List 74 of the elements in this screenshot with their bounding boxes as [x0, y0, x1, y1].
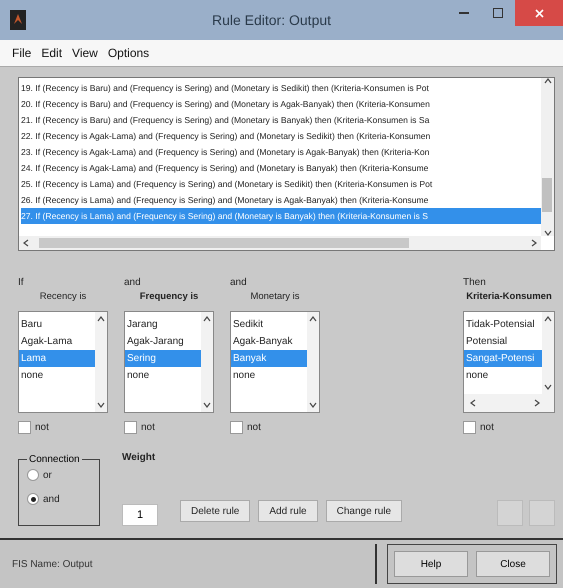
- scroll-up-icon[interactable]: [309, 316, 317, 322]
- rule-item[interactable]: 22. If (Recency is Agak-Lama) and (Frequency is Sering) and (Monetary is Sedikit) then (Kriteria-Konsumen: [21, 128, 541, 144]
- not-checkbox[interactable]: [230, 421, 243, 434]
- connector-label: Then: [463, 277, 487, 290]
- variable-label: Frequency is: [138, 291, 200, 304]
- variable-label: Recency is: [38, 291, 88, 304]
- list-item[interactable]: Agak-Jarang: [125, 333, 201, 350]
- list-item[interactable]: none: [125, 367, 201, 384]
- close-button[interactable]: [515, 0, 563, 26]
- variable-label: Monetary is: [249, 291, 301, 304]
- connector-label: and: [124, 277, 142, 290]
- list-item[interactable]: none: [464, 367, 542, 384]
- scroll-down-icon[interactable]: [97, 402, 105, 408]
- not-checkbox[interactable]: [124, 421, 137, 434]
- window-title: Rule Editor: Output: [210, 12, 332, 28]
- scroll-up-icon[interactable]: [97, 316, 105, 322]
- scroll-up-icon[interactable]: [544, 78, 552, 84]
- rule-item[interactable]: 21. If (Recency is Baru) and (Frequency is Sering) and (Monetary is Banyak) then (Kriteria-Konsumen is Sa: [21, 112, 541, 128]
- scroll-up-icon[interactable]: [544, 316, 552, 322]
- connector-label: If: [18, 277, 25, 290]
- footer-button[interactable]: Close: [476, 551, 550, 577]
- list-item[interactable]: Tidak-Potensial: [464, 316, 542, 333]
- menu-item[interactable]: Options: [108, 46, 150, 60]
- radio-label: or: [43, 470, 52, 480]
- not-checkbox[interactable]: [463, 421, 476, 434]
- radio-button[interactable]: [27, 469, 39, 481]
- scroll-down-icon[interactable]: [203, 402, 211, 408]
- rule-action-button[interactable]: Add rule: [258, 500, 318, 522]
- list-item[interactable]: Sedikit: [231, 316, 307, 333]
- list-item[interactable]: Potensial: [464, 333, 542, 350]
- rule-action-button[interactable]: Change rule: [326, 500, 402, 522]
- scroll-down-icon[interactable]: [544, 384, 552, 390]
- list-item[interactable]: Baru: [19, 316, 95, 333]
- scrollbar-thumb[interactable]: [542, 178, 552, 212]
- rule-item[interactable]: 19. If (Recency is Baru) and (Frequency is Sering) and (Monetary is Sedikit) then (Kriteria-Konsumen is Pot: [21, 80, 541, 96]
- scroll-down-icon[interactable]: [309, 402, 317, 408]
- status-text: FIS Name: Output: [8, 544, 377, 584]
- checkbox-label: not: [141, 422, 155, 433]
- scroll-down-icon[interactable]: [544, 230, 552, 236]
- menu-item[interactable]: View: [72, 46, 98, 60]
- scroll-right-icon[interactable]: [534, 399, 540, 407]
- rule-item[interactable]: 26. If (Recency is Lama) and (Frequency is Sering) and (Monetary is Agak-Banyak) then (Kriteria-Konsume: [21, 192, 541, 208]
- weight-label: Weight: [122, 452, 156, 463]
- list-item[interactable]: none: [19, 367, 95, 384]
- scroll-up-icon[interactable]: [203, 316, 211, 322]
- footer-button[interactable]: Help: [394, 551, 468, 577]
- scrollbar-thumb[interactable]: [39, 238, 409, 248]
- weight-field[interactable]: 1: [122, 504, 158, 526]
- checkbox-label: not: [480, 422, 494, 433]
- checkbox-label: not: [247, 422, 261, 433]
- rule-action-button[interactable]: Delete rule: [180, 500, 250, 522]
- scroll-left-icon[interactable]: [470, 399, 476, 407]
- variable-label: Kriteria-Konsumen: [465, 291, 553, 304]
- list-item[interactable]: Jarang: [125, 316, 201, 333]
- rule-item[interactable]: 20. If (Recency is Baru) and (Frequency is Sering) and (Monetary is Agak-Banyak) then (Kriteria-Konsumen: [21, 96, 541, 112]
- list-item[interactable]: Agak-Banyak: [231, 333, 307, 350]
- list-item[interactable]: Agak-Lama: [19, 333, 95, 350]
- close-icon: [534, 8, 544, 18]
- menu-item[interactable]: Edit: [41, 46, 62, 60]
- not-checkbox[interactable]: [18, 421, 31, 434]
- radio-button[interactable]: [27, 493, 39, 505]
- checkbox-label: not: [35, 422, 49, 433]
- scroll-right-icon[interactable]: [531, 239, 537, 247]
- rule-item[interactable]: 25. If (Recency is Lama) and (Frequency is Sering) and (Monetary is Sedikit) then (Kriteria-Konsumen is Pot: [21, 176, 541, 192]
- app-icon: [10, 10, 26, 30]
- maximize-icon[interactable]: [493, 8, 503, 18]
- scroll-left-icon[interactable]: [23, 239, 29, 247]
- menu-item[interactable]: File: [12, 46, 32, 60]
- rule-item[interactable]: 24. If (Recency is Agak-Lama) and (Frequency is Sering) and (Monetary is Banyak) then (Kriteria-Konsume: [21, 160, 541, 176]
- connector-label: and: [230, 277, 248, 290]
- rule-item[interactable]: 23. If (Recency is Agak-Lama) and (Frequency is Sering) and (Monetary is Agak-Banyak) then (Kriteria-Kon: [21, 144, 541, 160]
- list-item[interactable]: none: [231, 367, 307, 384]
- radio-label: and: [43, 494, 60, 504]
- group-title: Connection: [28, 454, 81, 465]
